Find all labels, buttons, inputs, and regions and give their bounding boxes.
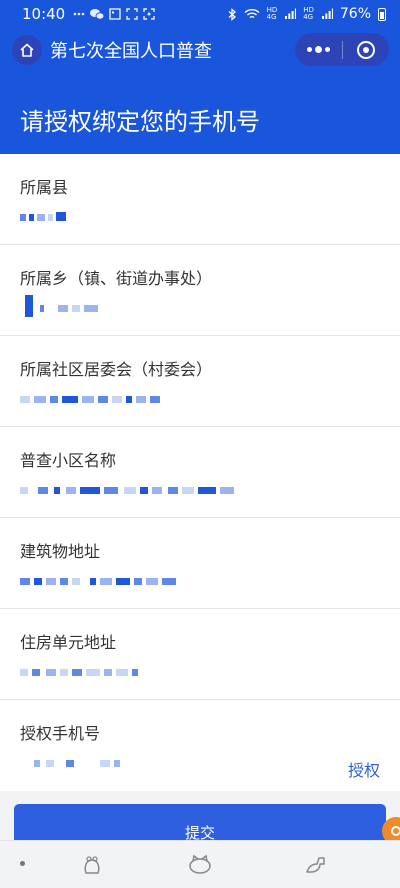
dinosaur-icon[interactable] [304,853,328,875]
authorize-link[interactable]: 授权 [348,757,380,781]
masked-value [20,665,380,681]
status-bar: 10:40 HD 4G HD 4G 76% [0,0,400,28]
masked-value [20,756,380,772]
home-button[interactable] [12,35,42,65]
nav-title: 第七次全国人口普查 [50,41,212,62]
status-time: 10:40 [22,5,66,23]
field-label: 普查小区名称 [20,451,117,470]
field-label: 授权手机号 [20,724,101,743]
bottom-bar [0,840,400,888]
masked-value [20,210,380,226]
form-row-area-name: 普查小区名称 [0,427,400,518]
masked-value [20,483,380,499]
dots-icon [73,12,85,16]
field-label: 所属县 [20,178,69,197]
field-label: 住房单元地址 [20,633,117,652]
masked-value [20,392,380,408]
signal-icon-2 [321,8,333,19]
home-icon [20,43,34,57]
close-miniprogram-button[interactable] [343,40,389,59]
battery-level: 76% [339,6,371,22]
more-button[interactable] [295,46,342,53]
field-label: 建筑物地址 [20,542,101,561]
form-row-community: 所属社区居委会（村委会） [0,336,400,427]
masked-value [20,295,380,317]
nav-bar: 第七次全国人口普查 [0,28,400,72]
expand-icon [126,8,138,20]
binding-form: 所属县 所属乡（镇、街道办事处） 所属社区居委会（村委会） 普查小区名称 建筑物… [0,154,400,791]
scan-icon [143,8,155,20]
more-icon-dot [315,46,322,53]
battery-icon [378,7,386,21]
wifi-icon [244,8,260,19]
wechat-icon [90,9,105,20]
pet-icon[interactable] [80,853,104,875]
target-icon [357,40,375,59]
assistant-icon [391,826,400,836]
field-label: 所属乡（镇、街道办事处） [20,269,213,288]
form-row-unit-address: 住房单元地址 [0,609,400,700]
form-row-county: 所属县 [0,154,400,245]
form-row-phone: 授权手机号 授权 [0,700,400,791]
hd-icon-2: HD 4G [303,6,314,21]
more-icon-dot [325,47,330,52]
form-row-township: 所属乡（镇、街道办事处） [0,245,400,336]
more-icon-dot [307,47,312,52]
form-row-building-address: 建筑物地址 [0,518,400,609]
masked-value [20,574,380,590]
picture-icon [109,8,121,20]
hd-icon: HD 4G [266,6,278,21]
menu-capsule [295,33,389,66]
cat-icon[interactable] [188,853,212,875]
menu-dot-icon[interactable] [20,861,25,866]
page-title: 请授权绑定您的手机号 [0,72,400,154]
field-label: 所属社区居委会（村委会） [20,360,213,379]
signal-icon [285,8,297,19]
notification-icons [73,8,155,20]
bluetooth-icon [228,7,236,21]
